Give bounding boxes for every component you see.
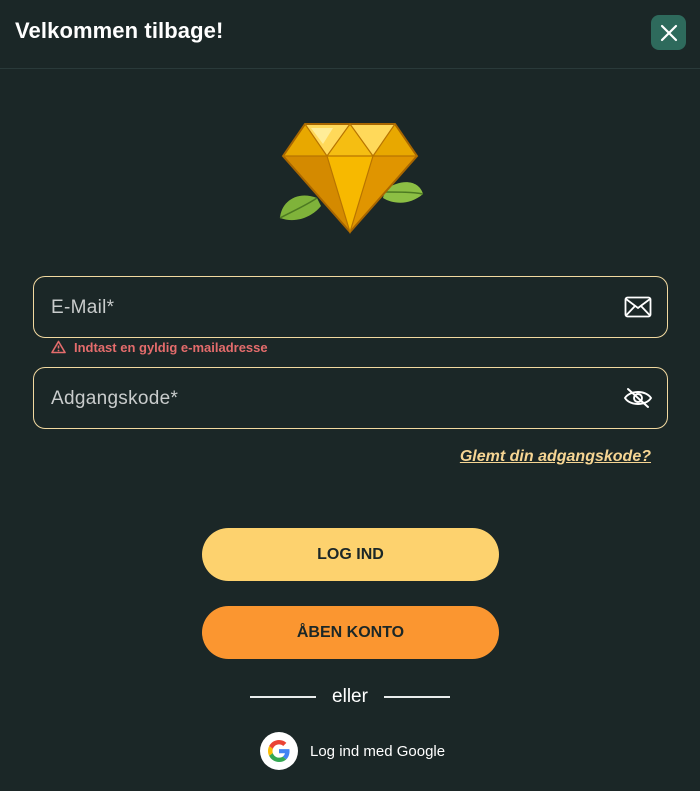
open-account-button[interactable]: ÅBEN KONTO [202,606,499,659]
forgot-password-link[interactable]: Glemt din adgangskode? [460,448,651,466]
email-field[interactable] [33,276,668,338]
login-button[interactable]: LOG IND [202,528,499,581]
password-field[interactable] [33,367,668,429]
google-login-label: Log ind med Google [310,742,446,760]
modal-header: Velkommen tilbage! [0,0,700,69]
divider-line-right [383,696,450,698]
or-divider: eller [0,686,700,708]
warning-icon [51,340,66,354]
email-error: Indtast en gyldig e-mailadresse [51,338,268,356]
envelope-icon [623,293,653,321]
close-icon [660,24,677,41]
google-icon [260,732,298,770]
page-title: Velkommen tilbage! [15,18,224,43]
email-error-text: Indtast en gyldig e-mailadresse [74,339,268,355]
diamond-icon [279,122,424,235]
email-input[interactable] [49,277,613,338]
google-login-button[interactable]: Log ind med Google [260,732,445,770]
divider-line-left [250,696,317,698]
password-input[interactable] [49,368,613,429]
divider-text: eller [332,686,368,707]
eye-off-icon[interactable] [623,384,653,412]
close-button[interactable] [651,15,686,50]
